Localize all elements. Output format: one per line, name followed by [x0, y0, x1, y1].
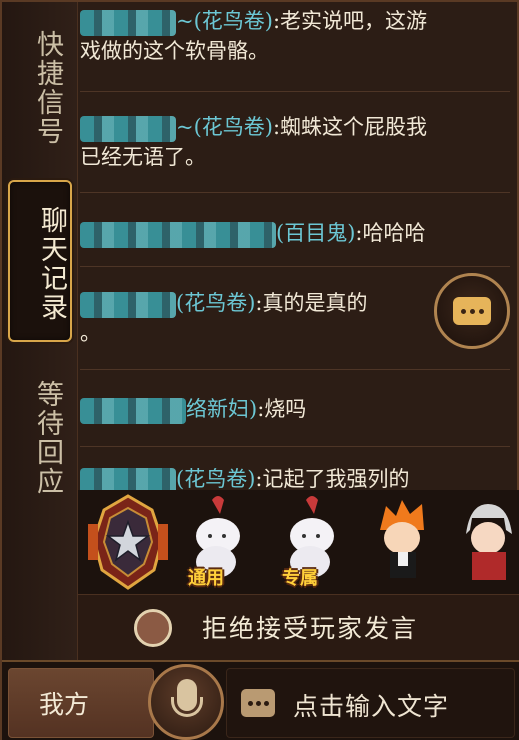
blurred-username — [80, 9, 176, 36]
chat-log[interactable]: ~(花鸟卷):老实说吧，这游 戏做的这个软骨骼。 ~(花鸟卷):蜘蛛这个屁股我 … — [80, 2, 510, 490]
exclusive-sticker[interactable]: 专属 — [274, 490, 348, 594]
tab-awaiting-response[interactable]: 等待回应 — [16, 362, 66, 514]
blurred-username — [80, 397, 186, 424]
sender-name: (花鸟卷) — [176, 467, 256, 490]
tab-chat-history[interactable]: 聊天记录 — [8, 180, 72, 342]
voice-input-button[interactable] — [148, 664, 224, 740]
sender-name: (百目鬼) — [276, 221, 356, 245]
white-hair-sticker[interactable] — [452, 490, 519, 594]
message-text: :老实说吧，这游 — [272, 9, 428, 33]
message-text: 。 — [80, 321, 101, 345]
chat-message: ~(花鸟卷):老实说吧，这游 戏做的这个软骨骼。 — [80, 6, 510, 66]
tab-quick-signals[interactable]: 快捷信号 — [16, 12, 66, 164]
divider — [80, 192, 510, 193]
divider — [80, 446, 510, 447]
blurred-username — [80, 467, 176, 490]
chat-message: (百目鬼):哈哈哈 — [80, 218, 510, 248]
message-text: :烧吗 — [257, 397, 307, 421]
reject-player-speech-row: 拒绝接受玩家发言 — [78, 594, 519, 660]
chat-panel: 快捷信号 聊天记录 等待回应 ~(花鸟卷):老实说吧，这游 戏做的这个软骨骼。 … — [0, 0, 519, 740]
common-sticker[interactable]: 通用 — [180, 490, 254, 594]
divider — [80, 91, 510, 92]
chat-message: ~(花鸟卷):蜘蛛这个屁股我 已经无语了。 — [80, 112, 510, 172]
message-text: :哈哈哈 — [355, 221, 426, 245]
message-text: 已经无语了。 — [80, 145, 206, 169]
blurred-username — [80, 221, 276, 248]
message-text: :记起了我强列的 — [255, 467, 410, 490]
blurred-username — [80, 115, 176, 142]
chat-message: (花鸟卷):记起了我强列的 — [80, 464, 510, 490]
message-text: 戏做的这个软骨骼。 — [80, 39, 269, 63]
input-placeholder: 点击输入文字 — [293, 692, 450, 721]
sender-name: 络新妇) — [186, 397, 258, 421]
sticker-label: 通用 — [188, 568, 224, 589]
my-team-button[interactable]: 我方 — [8, 668, 154, 738]
sender-name: ~(花鸟卷) — [176, 9, 273, 33]
message-text: :蜘蛛这个屁股我 — [272, 115, 428, 139]
sender-name: (花鸟卷) — [176, 291, 256, 315]
sticker-strip: 通用 专属 — [78, 490, 519, 594]
chat-input[interactable]: 点击输入文字 — [226, 668, 515, 738]
blurred-username — [80, 291, 176, 318]
sticker-label: 专属 — [282, 568, 318, 589]
bottom-bar: 我方 点击输入文字 — [2, 660, 519, 740]
sender-name: ~(花鸟卷) — [176, 115, 273, 139]
divider — [80, 266, 510, 267]
message-text: :真的是真的 — [255, 291, 368, 315]
reject-label: 拒绝接受玩家发言 — [202, 614, 419, 643]
divider — [80, 369, 510, 370]
reject-toggle[interactable] — [134, 609, 172, 647]
chat-bubble-icon — [241, 689, 275, 717]
chat-bubble-button[interactable] — [434, 273, 510, 349]
orange-hair-sticker[interactable] — [368, 490, 438, 594]
chat-message: 络新妇):烧吗 — [80, 394, 510, 424]
badge-sticker[interactable] — [82, 490, 174, 594]
chat-bubble-icon — [453, 297, 491, 325]
tab-column: 快捷信号 聊天记录 等待回应 — [2, 2, 78, 662]
